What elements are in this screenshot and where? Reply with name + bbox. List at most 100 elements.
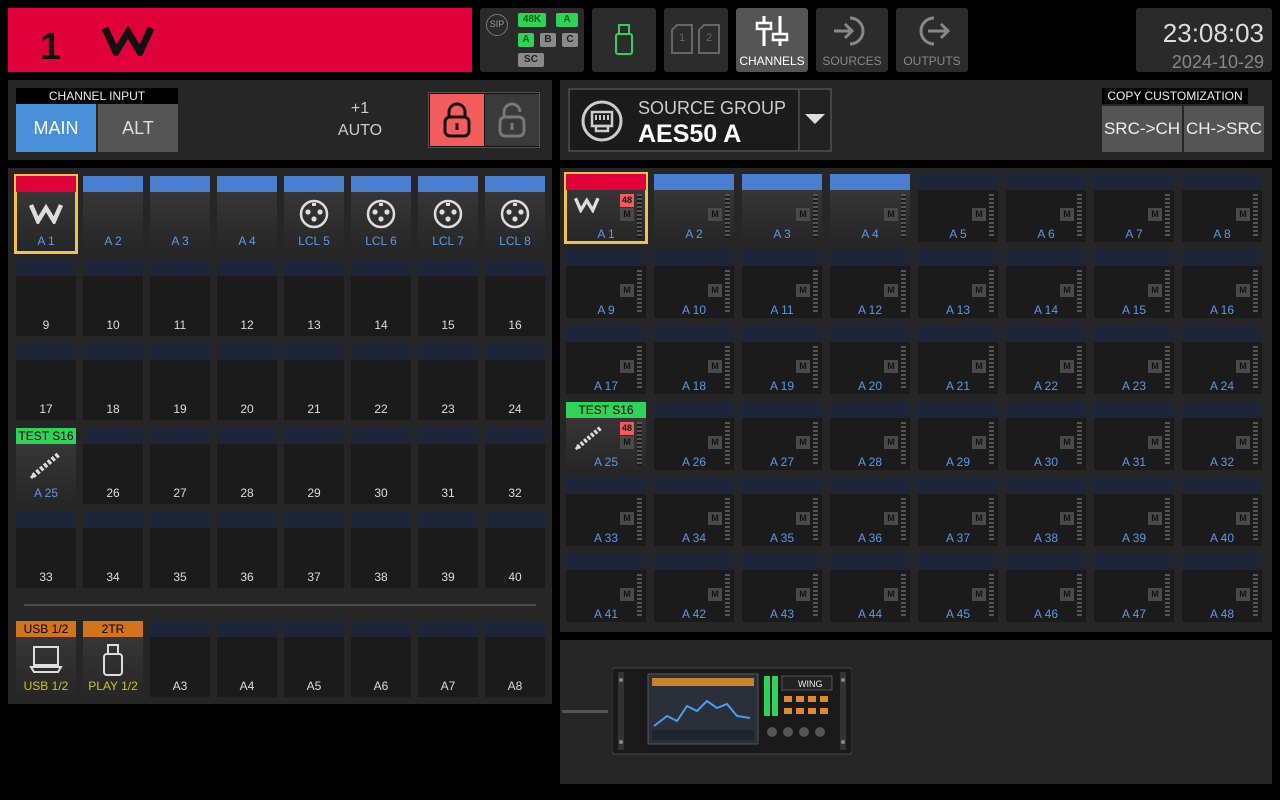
source-tile-a-42[interactable]: MA 42 <box>654 554 734 622</box>
source-tile-a-5[interactable]: M A 5 <box>918 174 998 242</box>
mute-badge[interactable]: M <box>1060 360 1074 373</box>
source-tile-a-8[interactable]: M A 8 <box>1182 174 1262 242</box>
channel-tile-10[interactable]: 10 <box>83 260 143 336</box>
mute-badge[interactable]: M <box>972 436 986 449</box>
source-tile-a-30[interactable]: MA 30 <box>1006 402 1086 470</box>
source-tile-a-41[interactable]: MA 41 <box>566 554 646 622</box>
source-tile-a-7[interactable]: M A 7 <box>1094 174 1174 242</box>
mute-badge[interactable]: M <box>796 208 810 221</box>
phantom-power-badge[interactable]: 48 <box>620 422 634 435</box>
channel-tile-a-1[interactable]: A 1 <box>14 174 78 254</box>
channel-tile-22[interactable]: 22 <box>351 344 411 420</box>
source-tile-a-34[interactable]: MA 34 <box>654 478 734 546</box>
mute-badge[interactable]: M <box>620 512 634 525</box>
mute-badge[interactable]: M <box>1060 436 1074 449</box>
source-tile-a-20[interactable]: MA 20 <box>830 326 910 394</box>
source-tile-a-31[interactable]: MA 31 <box>1094 402 1174 470</box>
mute-badge[interactable]: M <box>796 284 810 297</box>
source-tile-a-2[interactable]: M A 2 <box>654 174 734 242</box>
source-tile-a-24[interactable]: MA 24 <box>1182 326 1262 394</box>
mute-badge[interactable]: M <box>1148 360 1162 373</box>
mute-badge[interactable]: M <box>1236 588 1250 601</box>
mute-badge[interactable]: M <box>884 512 898 525</box>
channel-tile-18[interactable]: 18 <box>83 344 143 420</box>
mute-badge[interactable]: M <box>1148 512 1162 525</box>
channel-tile-15[interactable]: 15 <box>418 260 478 336</box>
channel-tile-14[interactable]: 14 <box>351 260 411 336</box>
main-input-button[interactable]: MAIN <box>16 104 96 152</box>
channel-tile-play-1-2[interactable]: 2TR PLAY 1/2 <box>83 621 143 697</box>
channel-tile-28[interactable]: 28 <box>217 428 277 504</box>
channel-tile-lcl-6[interactable]: LCL 6 <box>351 176 411 252</box>
channel-tile-a-4[interactable]: A 4 <box>217 176 277 252</box>
source-tile-a-14[interactable]: MA 14 <box>1006 250 1086 318</box>
channel-tile-17[interactable]: 17 <box>16 344 76 420</box>
mute-badge[interactable]: M <box>1148 436 1162 449</box>
source-tile-a-47[interactable]: MA 47 <box>1094 554 1174 622</box>
source-tile-a-9[interactable]: M A 9 <box>566 250 646 318</box>
usb-button[interactable] <box>592 8 656 72</box>
channel-tile-lcl-5[interactable]: LCL 5 <box>284 176 344 252</box>
channel-tile-a5[interactable]: A5 <box>284 621 344 697</box>
outputs-tab[interactable]: OUTPUTS <box>896 8 968 72</box>
mute-badge[interactable]: M <box>708 436 722 449</box>
mute-badge[interactable]: M <box>620 360 634 373</box>
channel-tile-24[interactable]: 24 <box>485 344 545 420</box>
channel-tile-13[interactable]: 13 <box>284 260 344 336</box>
mute-badge[interactable]: M <box>972 588 986 601</box>
source-tile-a-33[interactable]: MA 33 <box>566 478 646 546</box>
channel-tile-31[interactable]: 31 <box>418 428 478 504</box>
mute-badge[interactable]: M <box>972 512 986 525</box>
channel-tile-a6[interactable]: A6 <box>351 621 411 697</box>
source-tile-a-16[interactable]: MA 16 <box>1182 250 1262 318</box>
channel-tile-lcl-7[interactable]: LCL 7 <box>418 176 478 252</box>
source-group-dropdown-button[interactable] <box>798 88 832 152</box>
mute-badge[interactable]: M <box>1148 208 1162 221</box>
source-tile-a-48[interactable]: MA 48 <box>1182 554 1262 622</box>
source-group-selector[interactable]: SOURCE GROUP AES50 A <box>568 88 832 152</box>
source-tile-a-6[interactable]: M A 6 <box>1006 174 1086 242</box>
source-tile-a-21[interactable]: MA 21 <box>918 326 998 394</box>
channel-tile-20[interactable]: 20 <box>217 344 277 420</box>
trim-value[interactable]: +1 <box>340 100 380 118</box>
source-tile-a-27[interactable]: MA 27 <box>742 402 822 470</box>
source-tile-a-26[interactable]: MA 26 <box>654 402 734 470</box>
source-tile-a-10[interactable]: MA 10 <box>654 250 734 318</box>
source-tile-a-12[interactable]: MA 12 <box>830 250 910 318</box>
channel-tile-40[interactable]: 40 <box>485 512 545 588</box>
source-tile-a-29[interactable]: MA 29 <box>918 402 998 470</box>
mute-badge[interactable]: M <box>708 360 722 373</box>
channel-tile-16[interactable]: 16 <box>485 260 545 336</box>
mute-badge[interactable]: M <box>708 588 722 601</box>
mute-badge[interactable]: M <box>972 208 986 221</box>
source-tile-a-3[interactable]: M A 3 <box>742 174 822 242</box>
phantom-power-badge[interactable]: 48 <box>620 194 634 207</box>
mute-badge[interactable]: M <box>884 284 898 297</box>
clock-panel[interactable]: 23:08:03 2024-10-29 <box>1136 8 1272 72</box>
channel-tile-12[interactable]: 12 <box>217 260 277 336</box>
channel-tile-a4[interactable]: A4 <box>217 621 277 697</box>
mute-badge[interactable]: M <box>1060 208 1074 221</box>
ch-to-src-button[interactable]: CH->SRC <box>1184 106 1264 152</box>
wing-rack-device-image[interactable]: WING <box>612 666 852 756</box>
source-tile-a-45[interactable]: MA 45 <box>918 554 998 622</box>
mute-badge[interactable]: M <box>708 512 722 525</box>
sd-card-button[interactable]: 1 2 <box>664 8 728 72</box>
channel-tile-26[interactable]: 26 <box>83 428 143 504</box>
mute-badge[interactable]: M <box>1060 284 1074 297</box>
source-tile-a-37[interactable]: MA 37 <box>918 478 998 546</box>
mute-badge[interactable]: M <box>796 360 810 373</box>
mute-badge[interactable]: M <box>884 588 898 601</box>
source-tile-a-28[interactable]: MA 28 <box>830 402 910 470</box>
mute-badge[interactable]: M <box>620 284 634 297</box>
channels-tab[interactable]: CHANNELS <box>736 8 808 72</box>
channel-tile-27[interactable]: 27 <box>150 428 210 504</box>
source-tile-a-19[interactable]: MA 19 <box>742 326 822 394</box>
source-tile-a-4[interactable]: M A 4 <box>830 174 910 242</box>
source-tile-a-32[interactable]: MA 32 <box>1182 402 1262 470</box>
channel-tile-29[interactable]: 29 <box>284 428 344 504</box>
channel-name-banner[interactable]: 1 <box>8 8 472 72</box>
lock-button[interactable] <box>430 94 484 146</box>
mute-badge[interactable]: M <box>884 208 898 221</box>
channel-tile-39[interactable]: 39 <box>418 512 478 588</box>
